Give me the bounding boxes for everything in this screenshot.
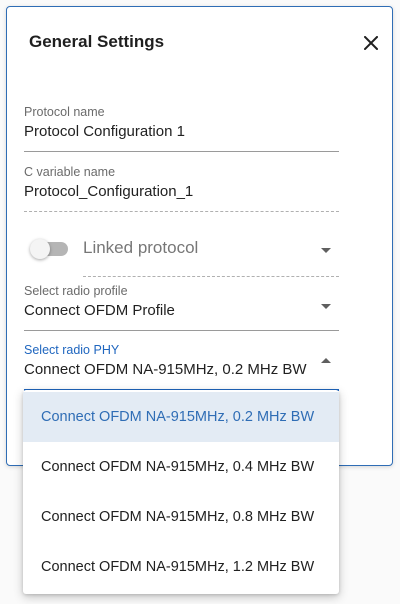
radio-profile-select[interactable]: Select radio profile Connect OFDM Profil… <box>24 283 339 331</box>
close-icon <box>364 36 378 50</box>
linked-protocol-underline <box>83 276 339 277</box>
c-variable-name-label: C variable name <box>24 165 116 179</box>
dialog-title: General Settings <box>29 32 165 51</box>
radio-profile-value[interactable]: Connect OFDM Profile <box>24 300 339 322</box>
dropdown-option-3[interactable]: Connect OFDM NA-915MHz, 1.2 MHz BW <box>23 542 339 592</box>
radio-phy-dropdown-menu: Connect OFDM NA-915MHz, 0.2 MHz BW Conne… <box>23 390 339 594</box>
dropdown-option-2[interactable]: Connect OFDM NA-915MHz, 0.8 MHz BW <box>23 492 339 542</box>
radio-profile-underline <box>24 330 339 331</box>
radio-profile-label: Select radio profile <box>24 284 128 298</box>
linked-protocol-toggle-thumb[interactable] <box>30 239 50 259</box>
chevron-down-icon[interactable] <box>321 304 331 309</box>
linked-protocol-label: Linked protocol <box>83 238 199 257</box>
radio-phy-value[interactable]: Connect OFDM NA-915MHz, 0.2 MHz BW <box>24 359 339 381</box>
dropdown-option-0[interactable]: Connect OFDM NA-915MHz, 0.2 MHz BW <box>23 392 339 442</box>
dropdown-option-1[interactable]: Connect OFDM NA-915MHz, 0.4 MHz BW <box>23 442 339 492</box>
close-button[interactable] <box>359 31 383 55</box>
c-variable-name-value[interactable]: Protocol_Configuration_1 <box>24 181 339 203</box>
c-variable-name-field[interactable]: C variable name Protocol_Configuration_1 <box>24 164 339 212</box>
radio-phy-select[interactable]: Select radio PHY Connect OFDM NA-915MHz,… <box>24 342 339 391</box>
protocol-name-label: Protocol name <box>24 105 105 119</box>
chevron-up-icon[interactable] <box>321 358 331 363</box>
protocol-name-value[interactable]: Protocol Configuration 1 <box>24 121 339 143</box>
c-variable-name-underline <box>24 211 339 212</box>
radio-phy-label: Select radio PHY <box>24 343 120 357</box>
protocol-name-underline <box>24 151 339 152</box>
chevron-down-icon[interactable] <box>321 248 331 253</box>
linked-protocol-row: Linked protocol <box>24 229 339 277</box>
protocol-name-field[interactable]: Protocol name Protocol Configuration 1 <box>24 104 339 152</box>
